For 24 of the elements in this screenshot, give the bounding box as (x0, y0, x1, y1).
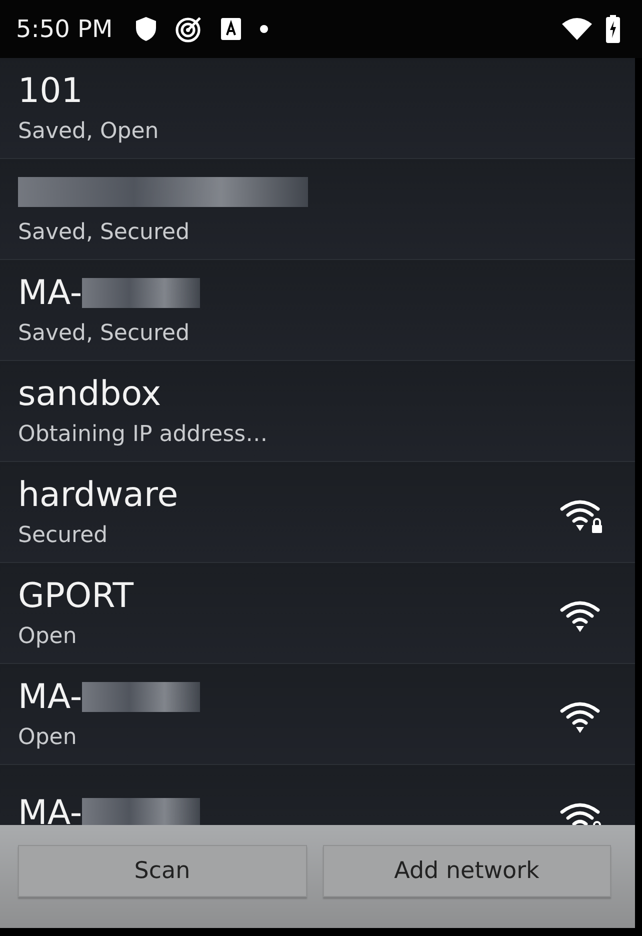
add-network-button[interactable]: Add network (322, 844, 611, 896)
wifi-icon (562, 18, 592, 40)
network-name: GPORT (18, 574, 134, 618)
shield-icon (134, 16, 157, 42)
network-name: MA- (18, 792, 82, 825)
network-name: hardware (18, 474, 178, 516)
battery-charging-icon (606, 15, 620, 43)
clock: 5:50 PM (16, 15, 113, 43)
network-name: MA- (18, 676, 82, 718)
network-status: Saved, Secured (18, 320, 190, 346)
scan-button[interactable]: Scan (18, 844, 306, 896)
keyboard-icon (220, 18, 241, 40)
network-name: 101 (18, 70, 83, 112)
network-status: Obtaining IP address… (18, 422, 268, 446)
network-name: MA- (18, 272, 82, 314)
wifi-lock-icon (559, 499, 605, 535)
network-status: Open (18, 624, 77, 648)
network-status: Saved, Secured (18, 220, 190, 244)
notification-dot-icon (258, 24, 269, 34)
network-status: Open (18, 724, 77, 750)
network-status: Secured (18, 522, 108, 548)
network-name: sandbox (18, 372, 162, 416)
target-icon (174, 15, 203, 43)
network-status: Saved, Open (18, 118, 159, 144)
